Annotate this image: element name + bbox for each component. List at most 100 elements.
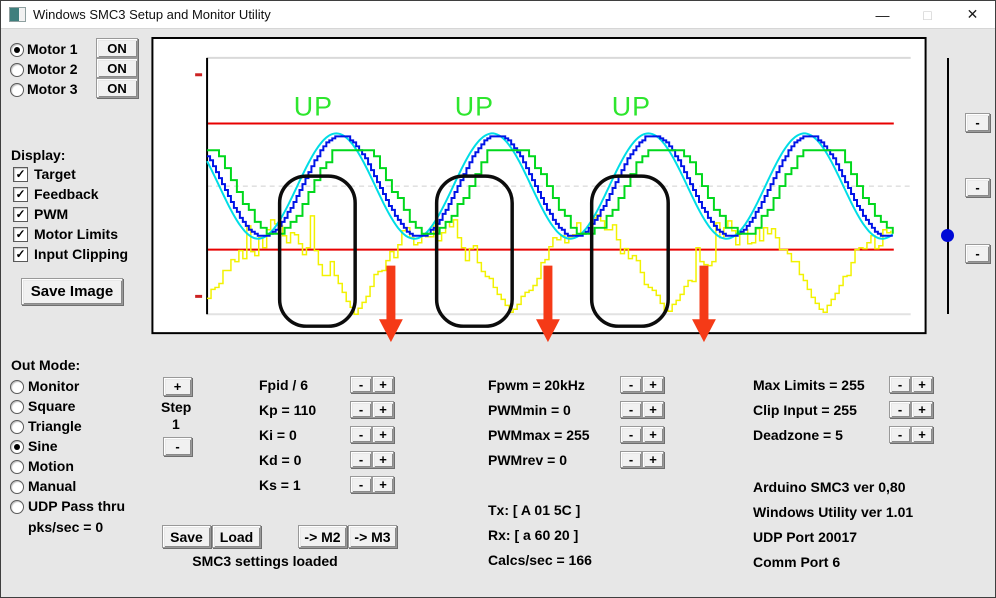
out-mode-udp-radio[interactable] xyxy=(10,500,24,514)
scale-slider-thumb[interactable] xyxy=(941,229,954,242)
copy-to-m2-button[interactable]: -> M2 xyxy=(298,525,347,548)
motor2-label: Motor 2 xyxy=(27,61,78,77)
step-value: 1 xyxy=(172,416,180,432)
step-plus-button[interactable]: + xyxy=(163,377,192,396)
max-limits-label: Max Limits = 255 xyxy=(753,377,865,393)
fpwm-label: Fpwm = 20kHz xyxy=(488,377,585,393)
out-mode-manual-label: Manual xyxy=(28,478,77,494)
load-button[interactable]: Load xyxy=(212,525,261,548)
pwmmax-minus-button[interactable]: - xyxy=(620,426,642,443)
save-button[interactable]: Save xyxy=(162,525,211,548)
fpid-minus-button[interactable]: - xyxy=(350,376,372,393)
rx-readout: Rx: [ a 60 20 ] xyxy=(488,527,579,543)
pwm-label: PWM xyxy=(34,206,69,222)
pwm-checkbox[interactable] xyxy=(13,207,28,222)
motor3-label: Motor 3 xyxy=(27,81,78,97)
max-limits-plus-button[interactable]: + xyxy=(911,376,933,393)
calcs-readout: Calcs/sec = 166 xyxy=(488,552,592,568)
kp-label: Kp = 110 xyxy=(259,402,317,418)
maximize-button[interactable]: □ xyxy=(905,1,950,28)
out-mode-motion-radio[interactable] xyxy=(10,460,24,474)
out-mode-sine-label: Sine xyxy=(28,438,58,454)
kd-plus-button[interactable]: + xyxy=(372,451,394,468)
out-mode-square-label: Square xyxy=(28,398,76,414)
step-label: Step xyxy=(161,399,192,415)
motor3-on-button[interactable]: ON xyxy=(96,78,138,98)
fpid-plus-button[interactable]: + xyxy=(372,376,394,393)
ks-plus-button[interactable]: + xyxy=(372,476,394,493)
up-annotation: UP xyxy=(455,92,494,122)
kp-plus-button[interactable]: + xyxy=(372,401,394,418)
motor-limits-checkbox[interactable] xyxy=(13,227,28,242)
kd-label: Kd = 0 xyxy=(259,452,302,468)
out-mode-monitor-label: Monitor xyxy=(28,378,80,394)
arduino-version-label: Arduino SMC3 ver 0,80 xyxy=(753,479,906,495)
utility-version-label: Windows Utility ver 1.01 xyxy=(753,504,914,520)
pwmmax-plus-button[interactable]: + xyxy=(642,426,664,443)
deadzone-plus-button[interactable]: + xyxy=(911,426,933,443)
out-mode-triangle-radio[interactable] xyxy=(10,420,24,434)
motor3-radio[interactable] xyxy=(10,83,24,97)
fpwm-plus-button[interactable]: + xyxy=(642,376,664,393)
comm-port-label: Comm Port 6 xyxy=(753,554,841,570)
kp-minus-button[interactable]: - xyxy=(350,401,372,418)
ki-minus-button[interactable]: - xyxy=(350,426,372,443)
max-limits-minus-button[interactable]: - xyxy=(889,376,911,393)
close-button[interactable]: ✕ xyxy=(950,1,995,28)
motor1-on-button[interactable]: ON xyxy=(96,38,138,58)
out-mode-sine-radio[interactable] xyxy=(10,440,24,454)
pwmmax-label: PWMmax = 255 xyxy=(488,427,590,443)
ki-label: Ki = 0 xyxy=(259,427,297,443)
out-mode-motion-label: Motion xyxy=(28,458,74,474)
upper-limit-minus-button[interactable]: - xyxy=(965,113,990,132)
motor-limits-label: Motor Limits xyxy=(34,226,118,242)
feedback-checkbox[interactable] xyxy=(13,187,28,202)
motor1-radio[interactable] xyxy=(10,43,24,57)
motor2-on-button[interactable]: ON xyxy=(96,58,138,78)
deadzone-label: Deadzone = 5 xyxy=(753,427,843,443)
clip-input-label: Clip Input = 255 xyxy=(753,402,857,418)
ks-minus-button[interactable]: - xyxy=(350,476,372,493)
pwmmin-minus-button[interactable]: - xyxy=(620,401,642,418)
input-clipping-label: Input Clipping xyxy=(34,246,129,262)
lower-limit-minus-button[interactable]: - xyxy=(965,244,990,263)
udp-port-label: UDP Port 20017 xyxy=(753,529,858,545)
out-mode-manual-radio[interactable] xyxy=(10,480,24,494)
clip-input-plus-button[interactable]: + xyxy=(911,401,933,418)
mid-minus-button[interactable]: - xyxy=(965,178,990,197)
app-window: Windows SMC3 Setup and Monitor Utility —… xyxy=(0,0,996,598)
copy-to-m3-button[interactable]: -> M3 xyxy=(348,525,397,548)
step-minus-button[interactable]: - xyxy=(163,437,192,456)
fpwm-minus-button[interactable]: - xyxy=(620,376,642,393)
kd-minus-button[interactable]: - xyxy=(350,451,372,468)
pks-per-sec-label: pks/sec = 0 xyxy=(28,519,104,535)
target-label: Target xyxy=(34,166,76,182)
out-mode-monitor-radio[interactable] xyxy=(10,380,24,394)
pwmmin-plus-button[interactable]: + xyxy=(642,401,664,418)
out-mode-udp-label: UDP Pass thru xyxy=(28,498,125,514)
pwmrev-plus-button[interactable]: + xyxy=(642,451,664,468)
motor2-radio[interactable] xyxy=(10,63,24,77)
scale-slider-track[interactable] xyxy=(947,58,949,314)
pwmrev-minus-button[interactable]: - xyxy=(620,451,642,468)
tx-readout: Tx: [ A 01 5C ] xyxy=(488,502,581,518)
app-icon xyxy=(9,7,26,22)
feedback-label: Feedback xyxy=(34,186,99,202)
pwmrev-label: PWMrev = 0 xyxy=(488,452,567,468)
clip-input-minus-button[interactable]: - xyxy=(889,401,911,418)
up-annotation: UP xyxy=(612,92,651,122)
deadzone-minus-button[interactable]: - xyxy=(889,426,911,443)
up-annotation: UP xyxy=(294,92,333,122)
minimize-button[interactable]: — xyxy=(860,1,905,28)
save-image-button[interactable]: Save Image xyxy=(21,278,123,305)
settings-status: SMC3 settings loaded xyxy=(192,553,338,569)
out-mode-heading: Out Mode: xyxy=(11,357,81,373)
out-mode-triangle-label: Triangle xyxy=(28,418,82,434)
input-clipping-checkbox[interactable] xyxy=(13,247,28,262)
window-title: Windows SMC3 Setup and Monitor Utility xyxy=(33,7,271,22)
display-heading: Display: xyxy=(11,147,66,163)
ki-plus-button[interactable]: + xyxy=(372,426,394,443)
target-checkbox[interactable] xyxy=(13,167,28,182)
title-bar: Windows SMC3 Setup and Monitor Utility —… xyxy=(1,1,995,29)
out-mode-square-radio[interactable] xyxy=(10,400,24,414)
